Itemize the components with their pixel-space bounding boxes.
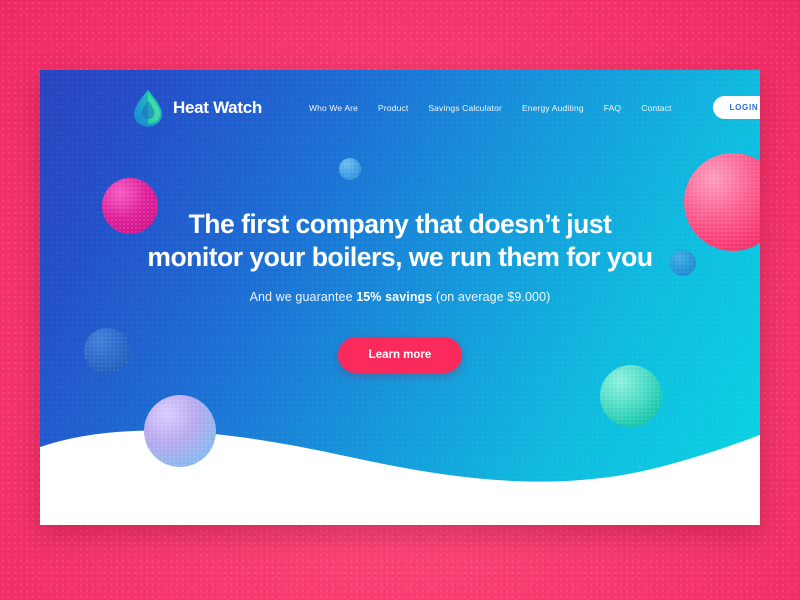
white-wave-divider xyxy=(40,430,760,525)
subheadline-suffix: (on average $9.000) xyxy=(432,289,551,304)
nav-item-savings-calculator[interactable]: Savings Calculator xyxy=(428,103,502,113)
water-droplet-icon xyxy=(134,89,162,126)
nav-item-energy-auditing[interactable]: Energy Auditing xyxy=(522,103,584,113)
subheadline: And we guarantee 15% savings (on average… xyxy=(40,290,760,304)
nav-item-contact[interactable]: Contact xyxy=(641,103,671,113)
subheadline-highlight: 15% savings xyxy=(356,289,433,304)
brand-logo[interactable]: Heat Watch xyxy=(132,89,262,127)
nav-item-product[interactable]: Product xyxy=(378,103,408,113)
headline: The first company that doesn’t just moni… xyxy=(40,208,760,274)
nav-item-who-we-are[interactable]: Who We Are xyxy=(309,103,358,113)
hero-copy: The first company that doesn’t just moni… xyxy=(40,208,760,373)
nav-links: Who We Are Product Savings Calculator En… xyxy=(309,96,760,119)
navbar: Heat Watch Who We Are Product Savings Ca… xyxy=(40,70,760,145)
headline-line-1: The first company that doesn’t just xyxy=(188,209,612,239)
subheadline-prefix: And we guarantee xyxy=(249,289,357,304)
nav-item-faq[interactable]: FAQ xyxy=(604,103,621,113)
headline-line-2: monitor your boilers, we run them for yo… xyxy=(147,241,653,272)
website-preview-card: Heat Watch Who We Are Product Savings Ca… xyxy=(40,70,760,525)
brand-name: Heat Watch xyxy=(173,97,262,117)
learn-more-button[interactable]: Learn more xyxy=(337,336,463,373)
page-backdrop: Heat Watch Who We Are Product Savings Ca… xyxy=(0,0,800,600)
login-button[interactable]: LOGIN xyxy=(712,96,760,119)
